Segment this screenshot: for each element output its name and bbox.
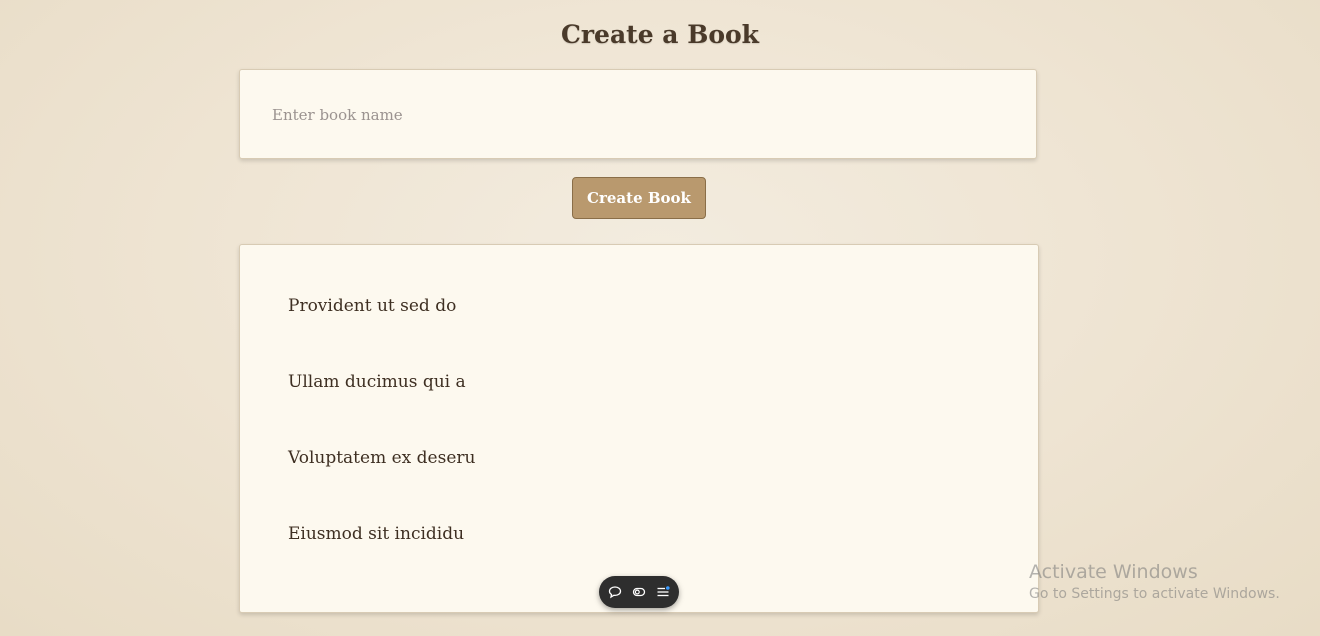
watermark-subtitle: Go to Settings to activate Windows. xyxy=(1029,586,1280,602)
page-title: Create a Book xyxy=(560,20,760,49)
toggle-icon[interactable] xyxy=(630,583,648,601)
windows-activation-watermark: Activate Windows Go to Settings to activ… xyxy=(1029,561,1280,605)
book-list-item[interactable]: Eiusmod sit incididu xyxy=(288,524,464,544)
book-list-item[interactable]: Voluptatem ex deseru xyxy=(288,448,475,468)
book-name-input[interactable] xyxy=(256,90,1020,140)
menu-list-icon[interactable] xyxy=(654,583,672,601)
create-book-button[interactable]: Create Book xyxy=(572,177,706,219)
book-list-card: Provident ut sed do Ullam ducimus qui a … xyxy=(239,244,1039,613)
chat-bubble-icon[interactable] xyxy=(606,583,624,601)
watermark-title: Activate Windows xyxy=(1029,561,1198,583)
book-list-item[interactable]: Provident ut sed do xyxy=(288,296,456,316)
book-name-card xyxy=(239,69,1037,159)
book-list-item[interactable]: Ullam ducimus qui a xyxy=(288,372,466,392)
floating-toolbar xyxy=(599,576,679,608)
